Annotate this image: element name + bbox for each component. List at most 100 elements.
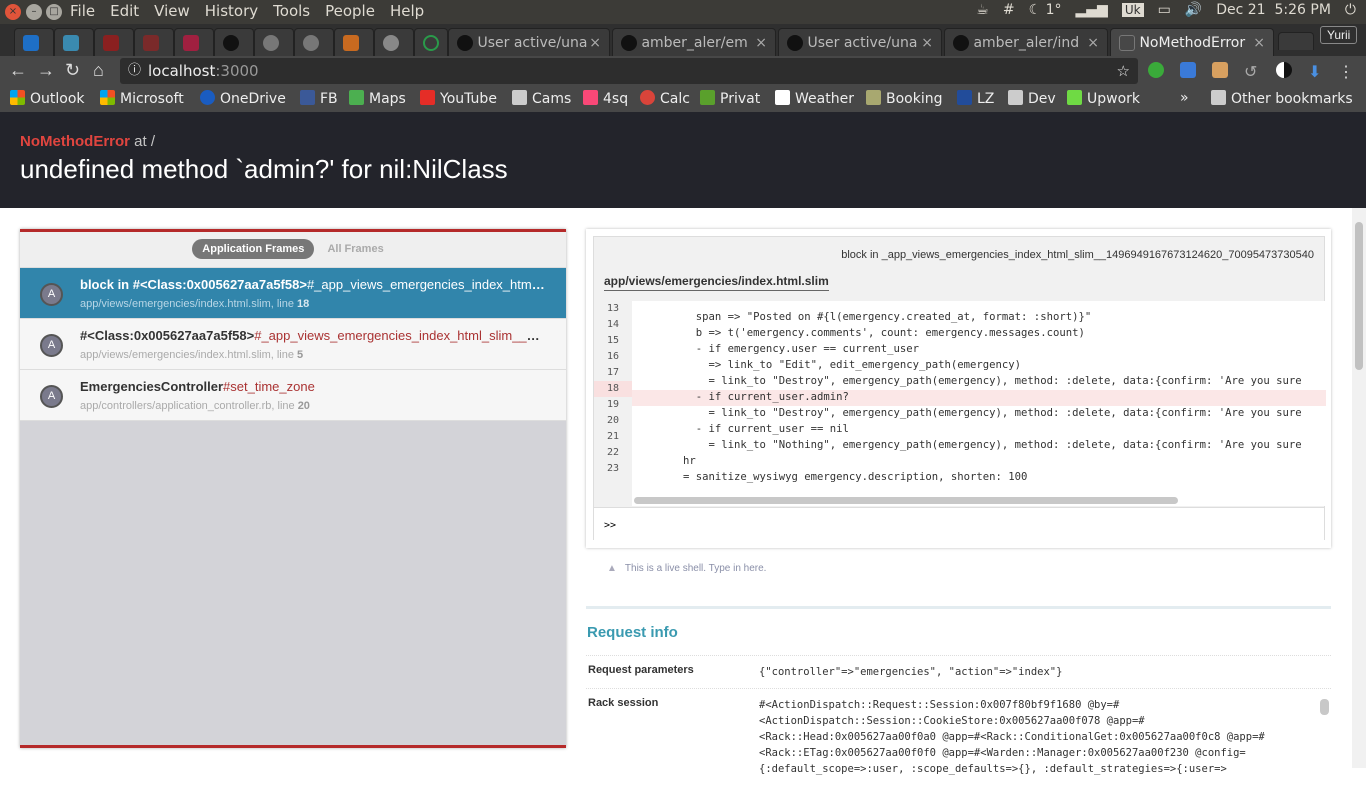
tab-active[interactable]: NoMethodError × [1110, 28, 1274, 56]
dark-mode-icon[interactable] [1276, 62, 1292, 78]
reload-icon[interactable]: ↻ [65, 60, 80, 81]
application-frames-filter[interactable]: Application Frames [192, 239, 315, 259]
bookmark-lz[interactable]: LZ [957, 90, 994, 107]
pinned-tab[interactable] [414, 28, 448, 56]
source-file-link[interactable]: app/views/emergencies/index.html.slim [604, 274, 829, 291]
bookmark-onedrive[interactable]: OneDrive [200, 90, 286, 107]
minimize-window-icon[interactable]: – [26, 4, 42, 20]
tab[interactable]: User active/una × [778, 28, 942, 56]
bookmark-upwork[interactable]: Upwork [1067, 90, 1140, 107]
bookmarks-bar: Outlook Microsoft OneDrive FB Maps YouTu… [0, 86, 1366, 112]
menu-history[interactable]: History [205, 2, 258, 20]
line-number: 19 [607, 399, 620, 410]
bookmark-star-icon[interactable]: ☆ [1117, 58, 1130, 84]
bookmark-privat[interactable]: Privat [700, 90, 760, 107]
bookmark-maps[interactable]: Maps [349, 90, 406, 107]
menu-people[interactable]: People [325, 2, 375, 20]
pinned-tab[interactable] [94, 28, 134, 56]
back-icon[interactable]: ← [9, 60, 27, 81]
app-icon [63, 35, 79, 51]
app-icon [103, 35, 119, 51]
page-scrollbar[interactable] [1352, 208, 1366, 768]
pinned-tab[interactable] [374, 28, 414, 56]
bookmark-fb[interactable]: FB [300, 90, 338, 107]
bookmark-microsoft[interactable]: Microsoft [100, 90, 184, 107]
translate-icon[interactable] [1180, 62, 1196, 78]
close-window-icon[interactable]: × [5, 4, 21, 20]
keyboard-layout[interactable]: Uk [1121, 3, 1144, 17]
frame-item[interactable]: A #<Class:0x005627aa7a5f58>#_app_views_e… [20, 319, 566, 370]
bookmark-4sq[interactable]: 4sq [583, 90, 628, 107]
pinned-tab-stackoverflow[interactable] [334, 28, 374, 56]
close-tab-icon[interactable]: × [755, 29, 767, 56]
address-bar[interactable]: ⓘ localhost:3000 ☆ [120, 58, 1138, 84]
forward-icon[interactable]: → [37, 60, 55, 81]
close-tab-icon[interactable]: × [1087, 29, 1099, 56]
bookmark-cams[interactable]: Cams [512, 90, 571, 107]
slack-icon[interactable]: # [1003, 2, 1015, 18]
horizontal-scrollbar[interactable] [634, 497, 1178, 504]
pinned-tab[interactable] [174, 28, 214, 56]
menu-help[interactable]: Help [390, 2, 424, 20]
weather-moon-icon[interactable]: ☾ 1° [1029, 2, 1062, 18]
menu-view[interactable]: View [154, 2, 190, 20]
bookmark-dev[interactable]: Dev [1008, 90, 1056, 107]
tab[interactable]: User active/una × [448, 28, 610, 56]
menu-file[interactable]: File [70, 2, 95, 20]
new-tab-button[interactable] [1278, 32, 1314, 50]
download-icon[interactable]: ⬇ [1308, 62, 1324, 81]
clock[interactable]: Dec 21 5:26 PM [1216, 2, 1331, 18]
profile-button[interactable]: Yurii [1320, 26, 1358, 44]
pinned-tab[interactable] [134, 28, 174, 56]
tab[interactable]: amber_aler/ind × [944, 28, 1108, 56]
close-tab-icon[interactable]: × [589, 29, 601, 56]
frame-method: #set_time_zone [223, 379, 315, 394]
bookmarks-overflow-button[interactable]: » [1180, 90, 1189, 106]
home-icon[interactable]: ⌂ [93, 60, 104, 81]
close-tab-icon[interactable]: × [921, 29, 933, 56]
source-code: span => "Posted on #{l(emergency.created… [632, 301, 1326, 506]
pinned-tab[interactable] [254, 28, 294, 56]
code-line: = link_to "Destroy", emergency_path(emer… [632, 375, 1302, 387]
frame-location: app/views/emergencies/index.html.slim, l… [80, 298, 298, 310]
bookmark-calc[interactable]: Calc [640, 90, 690, 107]
all-frames-filter[interactable]: All Frames [317, 239, 393, 259]
battery-icon[interactable]: ▭ [1158, 2, 1171, 18]
history-icon[interactable]: ↺ [1244, 62, 1260, 81]
pinned-tab-outlook[interactable] [14, 28, 54, 56]
maximize-window-icon[interactable]: □ [46, 4, 62, 20]
extension-icon[interactable] [1148, 62, 1164, 78]
code-line: => link_to "Edit", edit_emergency_path(e… [632, 359, 1022, 371]
tab[interactable]: amber_aler/em × [612, 28, 776, 56]
info-icon: ⓘ [128, 63, 142, 78]
volume-icon[interactable]: 🔊 [1185, 2, 1202, 18]
line-number: 21 [607, 431, 620, 442]
pinned-tab-github[interactable] [214, 28, 254, 56]
frame-trace: block in _app_views_emergencies_index_ht… [841, 249, 1314, 261]
bookmark-outlook[interactable]: Outlook [10, 90, 85, 107]
signal-icon[interactable]: ▂▄▆ [1076, 2, 1108, 18]
menu-edit[interactable]: Edit [110, 2, 139, 20]
pinned-tab[interactable] [54, 28, 94, 56]
menu-kebab-icon[interactable]: ⋮ [1338, 62, 1354, 81]
coffee-icon[interactable]: ☕ [976, 2, 989, 18]
close-tab-icon[interactable]: × [1253, 29, 1265, 56]
bookmark-booking[interactable]: Booking [866, 90, 943, 107]
frame-line: 5 [297, 349, 304, 361]
scrollbar-thumb[interactable] [1355, 222, 1363, 370]
pinned-tab[interactable] [294, 28, 334, 56]
menu-tools[interactable]: Tools [273, 2, 310, 20]
application-badge: A [40, 283, 63, 306]
session-scrollbar[interactable] [1320, 699, 1329, 715]
stackoverflow-icon [343, 35, 359, 51]
extension-icon[interactable] [1212, 62, 1228, 78]
other-bookmarks[interactable]: Other bookmarks [1211, 90, 1353, 107]
bookmark-weather[interactable]: Weather [775, 90, 854, 107]
frame-item[interactable]: A EmergenciesController#set_time_zone ap… [20, 370, 566, 421]
bookmark-youtube[interactable]: YouTube [420, 90, 497, 107]
row-label: Rack session [588, 697, 659, 709]
youtube-icon [420, 90, 435, 105]
console-input[interactable]: >> [594, 507, 1324, 540]
power-icon[interactable]: ⏻ [1345, 2, 1356, 18]
frame-item-selected[interactable]: A block in #<Class:0x005627aa7a5f58>#_ap… [20, 268, 566, 319]
